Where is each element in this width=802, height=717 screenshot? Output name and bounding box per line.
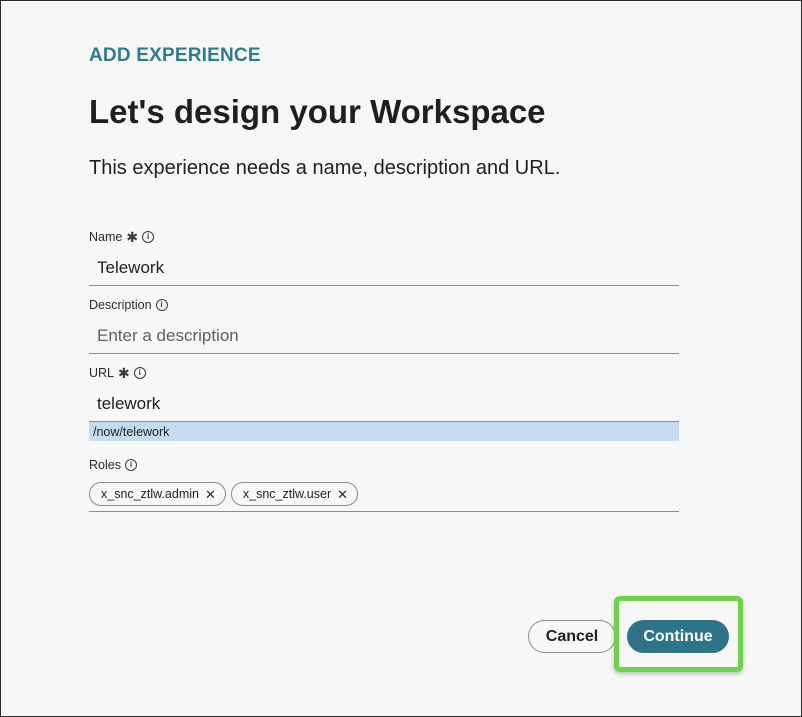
info-icon[interactable]: i [133, 367, 146, 379]
roles-field-group: Roles i x_snc_ztlw.admin ✕ x_snc_ztlw.us… [89, 457, 679, 512]
url-label: URL [89, 366, 115, 380]
cancel-button[interactable]: Cancel [528, 620, 616, 653]
description-label-row: Description i [89, 297, 679, 313]
description-label: Description [89, 298, 152, 312]
role-chip: x_snc_ztlw.admin ✕ [89, 482, 226, 506]
roles-label: Roles [89, 458, 121, 472]
asterisk-icon: ✱ [126, 229, 139, 245]
role-chip-label: x_snc_ztlw.user [242, 487, 332, 501]
url-preview: /now/telework [89, 422, 679, 441]
name-label-row: Name ✱ i [89, 229, 679, 245]
role-chip: x_snc_ztlw.user ✕ [230, 482, 359, 506]
page-subtitle: This experience needs a name, descriptio… [89, 157, 561, 179]
url-label-row: URL ✱ i [89, 365, 679, 381]
url-input[interactable]: telework [89, 387, 679, 422]
description-field-group: Description i Enter a description [89, 297, 679, 354]
role-chip-label: x_snc_ztlw.admin [101, 487, 199, 501]
description-input[interactable]: Enter a description [89, 319, 679, 354]
info-icon[interactable]: i [124, 459, 137, 471]
roles-input[interactable]: x_snc_ztlw.admin ✕ x_snc_ztlw.user ✕ [89, 477, 679, 512]
info-icon[interactable]: i [155, 299, 168, 311]
name-field-group: Name ✱ i Telework [89, 229, 679, 286]
close-icon[interactable]: ✕ [337, 488, 348, 501]
asterisk-icon: ✱ [118, 365, 130, 381]
continue-button[interactable]: Continue [627, 620, 729, 653]
name-label: Name [89, 230, 123, 244]
close-icon[interactable]: ✕ [205, 488, 216, 501]
page-title: Let's design your Workspace [89, 93, 546, 130]
url-field-group: URL ✱ i telework /now/telework [89, 365, 679, 441]
roles-label-row: Roles i [89, 457, 679, 473]
name-input[interactable]: Telework [89, 251, 679, 286]
info-icon[interactable]: i [142, 231, 155, 243]
add-experience-dialog: ADD EXPERIENCE Let's design your Workspa… [1, 1, 801, 716]
eyebrow-label: ADD EXPERIENCE [89, 45, 261, 66]
